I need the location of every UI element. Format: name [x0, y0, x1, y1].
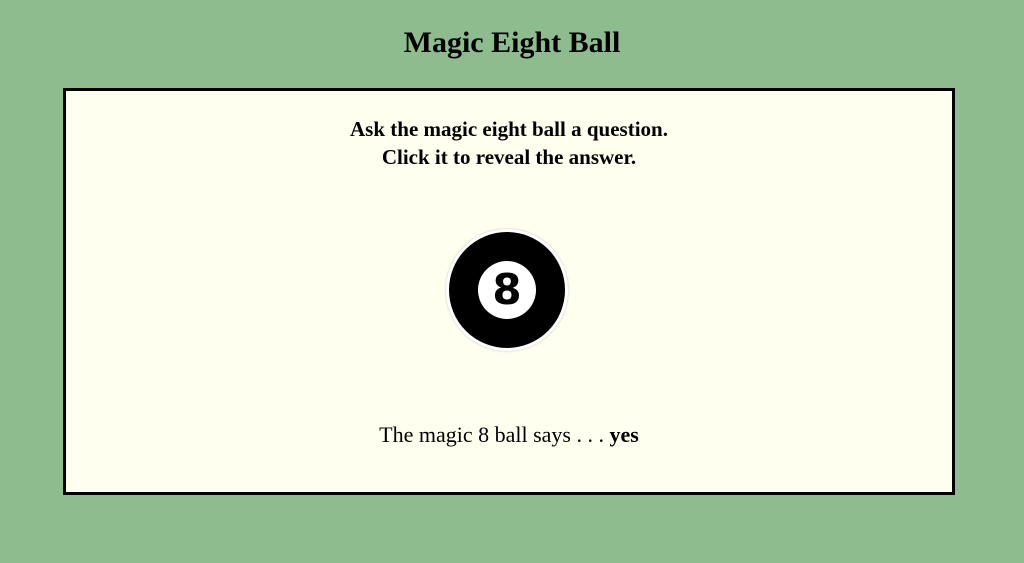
instruction-line-click: Click it to reveal the answer. — [381, 145, 637, 169]
page-title: Magic Eight Ball — [403, 26, 621, 59]
instruction-line-ask: Ask the magic eight ball a question. — [350, 117, 668, 141]
answer-value: yes — [609, 422, 639, 447]
answer-prefix: The magic 8 ball says . . . — [379, 422, 604, 447]
answer-text: The magic 8 ball says . . . yes — [66, 422, 952, 448]
eight-ball-button[interactable]: 8 — [446, 229, 568, 351]
eight-ball-number: 8 — [478, 261, 536, 319]
magic-eight-ball-panel: Ask the magic eight ball a question. Cli… — [63, 88, 955, 495]
instructions: Ask the magic eight ball a question. Cli… — [66, 115, 952, 171]
eight-ball-icon[interactable]: 8 — [446, 229, 568, 351]
